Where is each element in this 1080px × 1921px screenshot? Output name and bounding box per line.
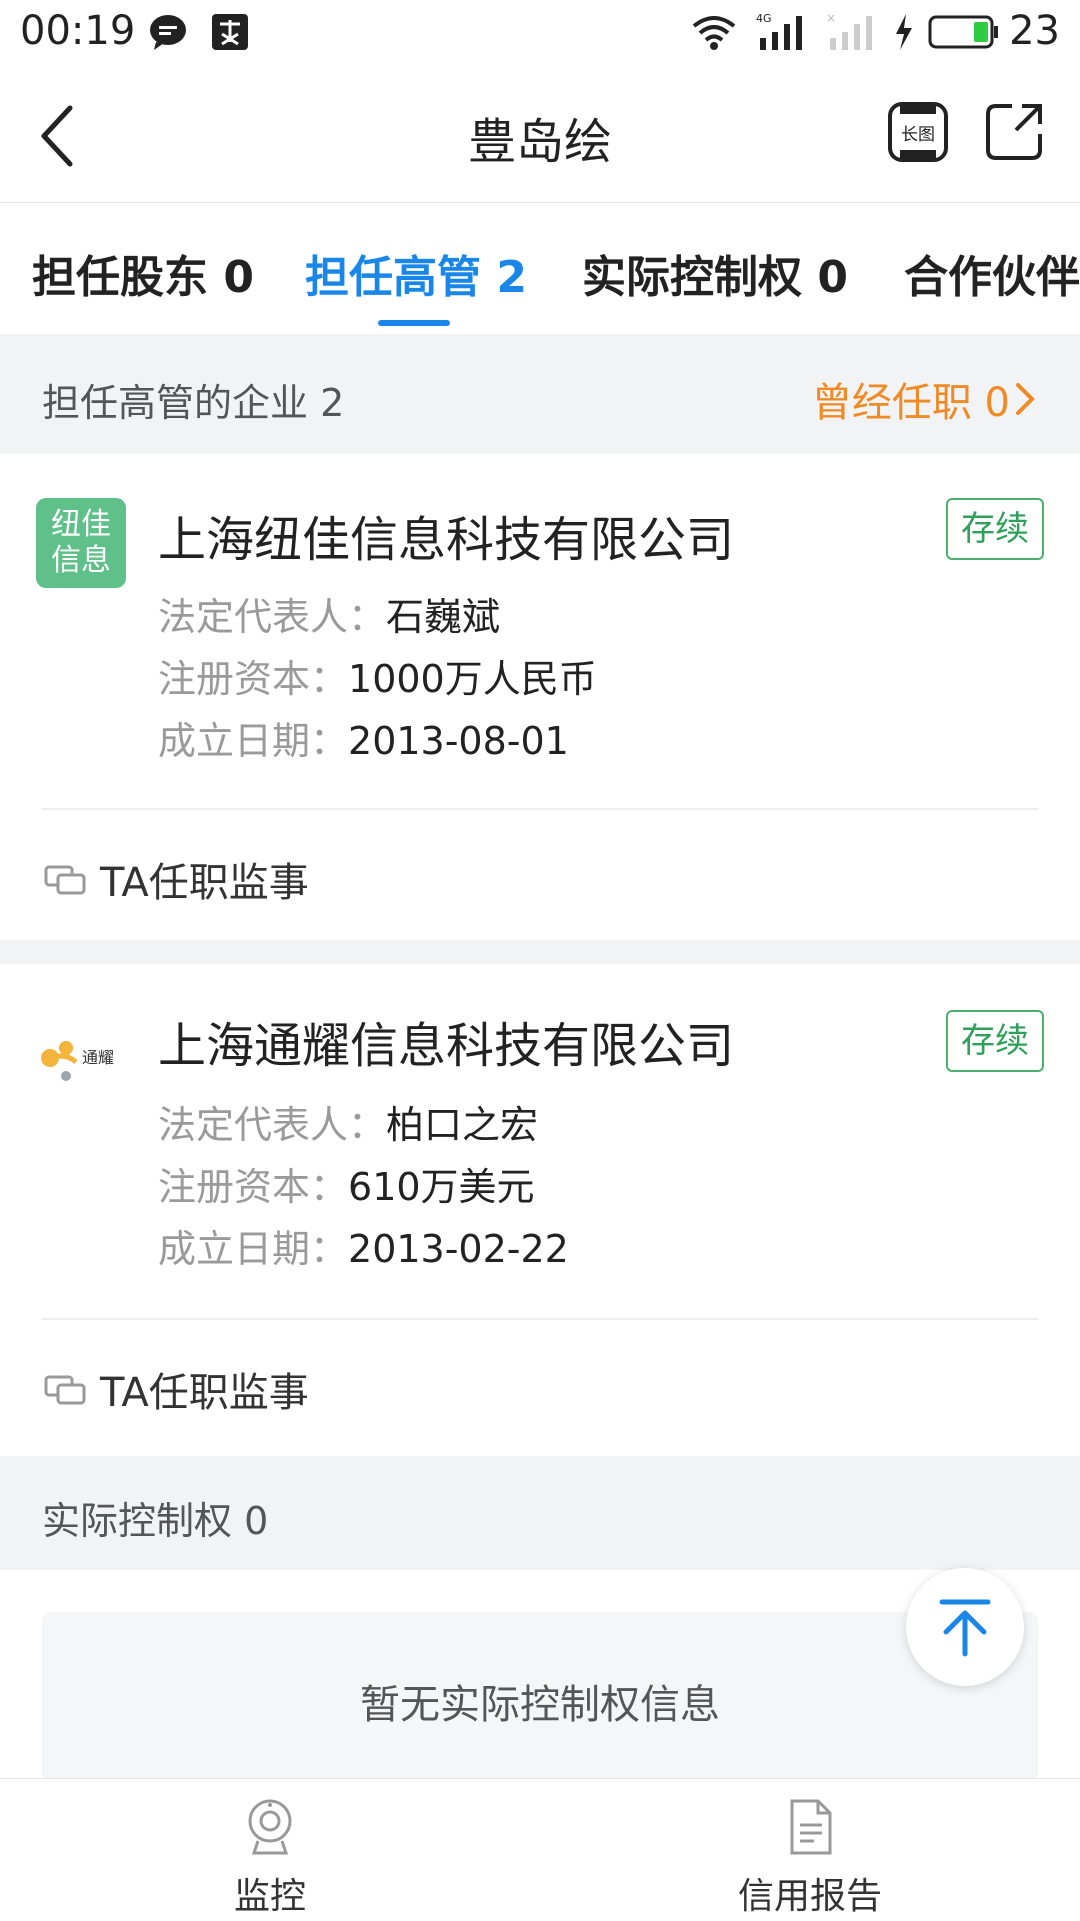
company-name[interactable]: 上海纽佳信息科技有限公司 — [158, 500, 734, 570]
svg-text:4G: 4G — [756, 12, 772, 25]
app-notification-icon — [210, 12, 250, 56]
company-card[interactable]: 纽佳信息 上海纽佳信息科技有限公司 存续 法定代表人：石巍斌 注册资本：1000… — [0, 454, 1080, 940]
section-title: 实际控制权 0 — [42, 1499, 269, 1543]
company-name[interactable]: 上海通耀信息科技有限公司 — [158, 1006, 734, 1076]
status-bar: 00:19 4G × 23 — [0, 0, 1080, 70]
battery-level: 23 — [1009, 8, 1060, 54]
divider — [42, 1318, 1038, 1320]
tab-executive[interactable]: 担任高管 2 — [305, 241, 527, 305]
legal-representative-row: 法定代表人：柏口之宏 — [158, 1094, 538, 1149]
active-tab-indicator — [378, 320, 450, 326]
legal-representative-label: 法定代表人： — [158, 595, 387, 639]
share-button[interactable] — [982, 100, 1046, 164]
company-logo-text: 通耀 — [82, 1048, 115, 1067]
registered-capital-row: 注册资本：1000万人民币 — [158, 648, 597, 703]
registered-capital: 610万美元 — [348, 1165, 535, 1209]
document-icon — [790, 1799, 832, 1855]
tab-actual-control[interactable]: 实际控制权 0 — [582, 241, 848, 305]
wifi-icon — [690, 12, 738, 56]
legal-representative-row: 法定代表人：石巍斌 — [158, 586, 500, 641]
established-date: 2013-08-01 — [348, 719, 569, 763]
registered-capital-label: 注册资本： — [158, 1165, 349, 1209]
company-card[interactable]: 通耀 上海通耀信息科技有限公司 存续 法定代表人：柏口之宏 注册资本：610万美… — [0, 964, 1080, 1446]
charging-icon — [892, 12, 916, 56]
legal-representative[interactable]: 石巍斌 — [386, 595, 500, 639]
established-date-row: 成立日期：2013-08-01 — [158, 710, 569, 765]
position-icon — [44, 865, 86, 895]
section-header-executive: 担任高管的企业 2 曾经任职 0 — [0, 334, 1080, 454]
bottom-bar: 监控 信用报告 — [0, 1778, 1080, 1921]
section-header-actual-control: 实际控制权 0 — [0, 1456, 1080, 1570]
svg-text:×: × — [826, 12, 836, 25]
svg-text:长图: 长图 — [901, 125, 935, 145]
signal-4g-icon: 4G — [756, 12, 808, 56]
history-link[interactable]: 曾经任职 0 — [812, 370, 1040, 428]
established-date-label: 成立日期： — [158, 719, 349, 763]
established-date-label: 成立日期： — [158, 1227, 349, 1271]
registered-capital-row: 注册资本：610万美元 — [158, 1156, 535, 1211]
established-date: 2013-02-22 — [348, 1227, 569, 1271]
registered-capital: 1000万人民币 — [348, 657, 597, 701]
divider — [42, 808, 1038, 810]
history-link-label: 曾经任职 0 — [811, 380, 1010, 426]
status-badge: 存续 — [946, 498, 1044, 560]
empty-state: 暂无实际控制权信息 — [42, 1612, 1038, 1782]
battery-icon — [928, 12, 1000, 56]
established-date-row: 成立日期：2013-02-22 — [158, 1218, 569, 1273]
legal-representative-label: 法定代表人： — [158, 1103, 387, 1147]
camera-icon — [248, 1799, 292, 1855]
monitor-label: 监控 — [233, 1876, 306, 1917]
position-icon — [44, 1375, 86, 1405]
empty-state-text: 暂无实际控制权信息 — [360, 1682, 720, 1728]
tab-shareholder[interactable]: 担任股东 0 — [32, 241, 254, 305]
tab-bar: 担任股东 0 担任高管 2 实际控制权 0 合作伙伴 — [0, 203, 1080, 333]
long-image-button[interactable]: 长图 — [886, 100, 950, 164]
section-title: 担任高管的企业 2 — [42, 381, 345, 425]
company-logo-text: 纽佳信息 — [51, 507, 111, 578]
credit-report-label: 信用报告 — [737, 1876, 882, 1917]
arrow-up-icon — [939, 1599, 991, 1657]
registered-capital-label: 注册资本： — [158, 657, 349, 701]
legal-representative[interactable]: 柏口之宏 — [386, 1103, 538, 1147]
message-icon — [148, 12, 188, 56]
status-badge: 存续 — [946, 1010, 1044, 1072]
monitor-button[interactable]: 监控 — [150, 1797, 390, 1919]
header: 豊岛绘 长图 — [0, 70, 1080, 203]
signal-empty-icon: × — [826, 11, 878, 56]
card-separator — [0, 940, 1080, 964]
role-row: TA任职监事 — [42, 850, 309, 908]
role-text: TA任职监事 — [100, 1370, 309, 1416]
status-time: 00:19 — [20, 8, 136, 54]
company-logo: 纽佳信息 — [36, 498, 126, 588]
role-text: TA任职监事 — [100, 860, 309, 906]
back-to-top-button[interactable] — [906, 1568, 1024, 1686]
company-logo: 通耀 — [36, 1010, 126, 1100]
credit-report-button[interactable]: 信用报告 — [690, 1797, 930, 1919]
tab-partners[interactable]: 合作伙伴 — [904, 241, 1080, 305]
chevron-right-icon — [1016, 383, 1035, 415]
role-row: TA任职监事 — [42, 1360, 309, 1418]
